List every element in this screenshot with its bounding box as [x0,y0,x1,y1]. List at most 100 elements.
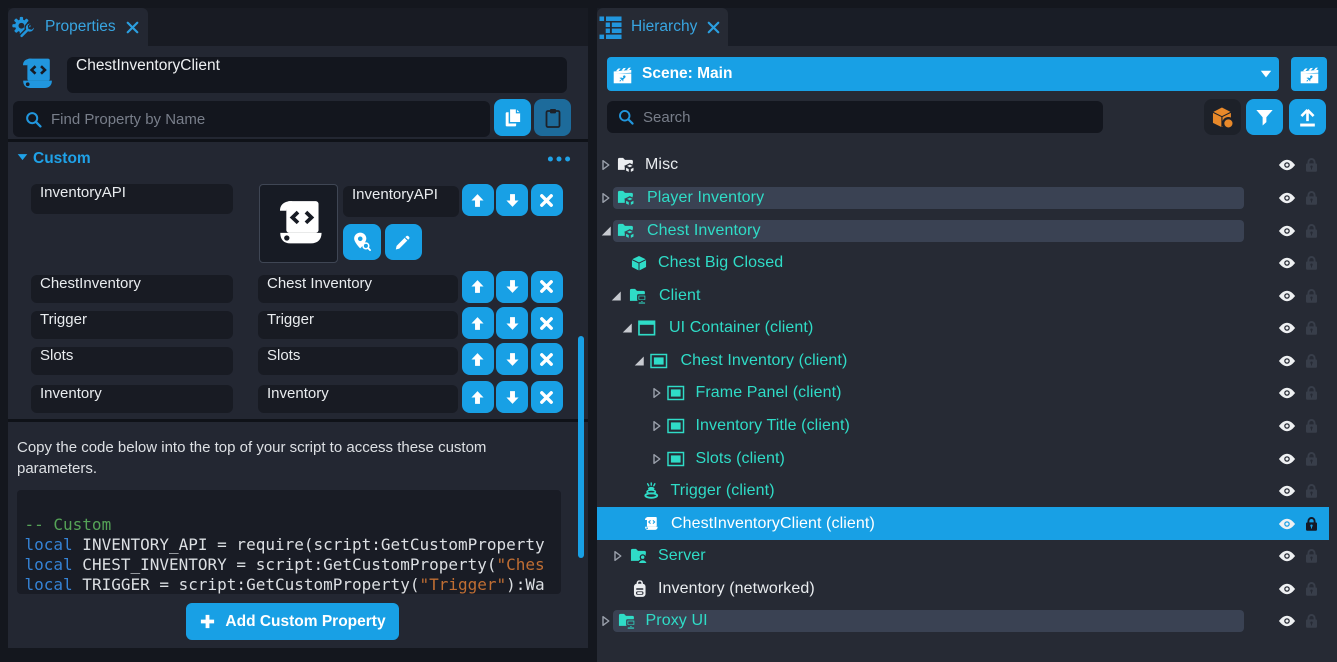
expand-arrow-icon[interactable] [602,616,610,627]
asset-value-field[interactable]: InventoryAPI [343,186,459,217]
property-name-field[interactable]: InventoryAPI [31,184,233,214]
expand-arrow-icon[interactable] [602,160,610,171]
property-delete-button[interactable] [531,381,563,413]
tab-hierarchy-close-icon[interactable] [707,21,720,34]
lock-icon[interactable] [1305,386,1318,401]
hierarchy-search-input[interactable]: Search [607,101,1103,133]
property-move-down-button[interactable] [496,271,528,303]
visibility-eye-icon[interactable] [1278,550,1296,563]
asset-thumbnail[interactable] [259,184,338,263]
expand-arrow-icon[interactable] [653,388,661,399]
visibility-eye-icon[interactable] [1278,387,1296,400]
property-value-field[interactable]: Trigger [258,311,458,339]
property-value-field[interactable]: Slots [258,347,458,375]
property-search-input[interactable]: Find Property by Name [13,101,490,137]
tab-hierarchy[interactable]: Hierarchy [597,8,728,46]
lock-icon[interactable] [1305,158,1318,173]
visibility-eye-icon[interactable] [1278,257,1296,270]
collapse-arrow-icon[interactable] [601,225,612,236]
script-name-field[interactable]: ChestInventoryClient [67,57,567,93]
visibility-eye-icon[interactable] [1278,517,1296,530]
visibility-eye-icon[interactable] [1278,354,1296,367]
tree-row[interactable]: Chest Big Closed [597,247,1337,280]
property-move-down-button[interactable] [496,343,528,375]
property-move-up-button[interactable] [462,184,494,216]
lock-icon[interactable] [1305,451,1318,466]
tree-row[interactable]: Server [597,540,1337,573]
expand-arrow-icon[interactable] [614,551,622,562]
tree-row[interactable]: Player Inventory [597,181,1337,214]
copy-properties-button[interactable] [494,99,531,136]
property-name-field[interactable]: Inventory [31,385,233,413]
lock-icon[interactable] [1305,321,1318,336]
lock-icon[interactable] [1305,256,1318,271]
paste-properties-button[interactable] [534,99,571,136]
section-menu-icon[interactable] [547,155,571,163]
tree-row[interactable]: UI Container (client) [597,312,1337,345]
visibility-eye-icon[interactable] [1278,224,1296,237]
tab-properties[interactable]: Properties [8,8,148,46]
edit-asset-button[interactable] [385,224,422,260]
property-move-up-button[interactable] [462,381,494,413]
property-delete-button[interactable] [531,343,563,375]
expand-arrow-icon[interactable] [653,420,661,431]
properties-scrollbar[interactable] [578,336,584,558]
lock-icon[interactable] [1305,223,1318,238]
find-asset-button[interactable] [343,224,381,260]
lock-icon[interactable] [1305,581,1318,596]
lock-icon[interactable] [1305,190,1318,205]
property-delete-button[interactable] [531,307,563,339]
visibility-eye-icon[interactable] [1278,452,1296,465]
expand-arrow-icon[interactable] [653,453,661,464]
property-move-up-button[interactable] [462,307,494,339]
lock-icon[interactable] [1305,353,1318,368]
collapse-arrow-icon[interactable] [634,356,645,367]
property-move-down-button[interactable] [496,307,528,339]
property-move-down-button[interactable] [496,381,528,413]
tree-row[interactable]: Frame Panel (client) [597,377,1337,410]
property-delete-button[interactable] [531,184,563,216]
property-name-field[interactable]: Trigger [31,311,233,339]
tree-row[interactable]: Inventory Title (client) [597,409,1337,442]
collapse-arrow-icon[interactable] [611,290,622,301]
visibility-eye-icon[interactable] [1278,159,1296,172]
tree-row[interactable]: ChestInventoryClient (client) [597,507,1337,540]
visibility-eye-icon[interactable] [1278,582,1296,595]
tree-row[interactable]: Misc [597,149,1337,182]
scene-dropdown[interactable]: Scene: Main [607,57,1279,91]
lock-icon[interactable] [1305,484,1318,499]
expand-arrow-icon[interactable] [602,192,610,203]
visibility-eye-icon[interactable] [1278,191,1296,204]
property-move-down-button[interactable] [496,184,528,216]
collapse-arrow-icon[interactable] [622,323,633,334]
visibility-eye-icon[interactable] [1278,615,1296,628]
visibility-eye-icon[interactable] [1278,289,1296,302]
visibility-eye-icon[interactable] [1278,419,1296,432]
publish-button[interactable] [1289,99,1326,135]
tree-row[interactable]: Slots (client) [597,442,1337,475]
tree-row[interactable]: Inventory (networked) [597,572,1337,605]
lock-icon[interactable] [1305,516,1318,531]
tree-row[interactable]: Chest Inventory (client) [597,344,1337,377]
code-snippet-block[interactable]: -- Custom local INVENTORY_API = require(… [17,490,561,594]
add-custom-property-button[interactable]: Add Custom Property [186,603,399,640]
tree-row[interactable]: Client [597,279,1337,312]
lock-icon[interactable] [1305,418,1318,433]
property-delete-button[interactable] [531,271,563,303]
property-value-field[interactable]: Chest Inventory [258,275,458,303]
tree-row[interactable]: Chest Inventory [597,214,1337,247]
property-move-up-button[interactable] [462,343,494,375]
lock-icon[interactable] [1305,614,1318,629]
property-name-field[interactable]: Slots [31,347,233,375]
scene-manager-button[interactable] [1291,57,1327,91]
tab-properties-close-icon[interactable] [126,21,139,34]
lock-icon[interactable] [1305,288,1318,303]
property-name-field[interactable]: ChestInventory [31,275,233,303]
property-value-field[interactable]: Inventory [258,385,458,413]
default-assets-button[interactable] [1204,99,1241,135]
custom-section-header[interactable]: Custom [8,142,588,176]
tree-row[interactable]: Proxy UI [597,605,1337,638]
filter-button[interactable] [1246,99,1283,135]
visibility-eye-icon[interactable] [1278,322,1296,335]
lock-icon[interactable] [1305,549,1318,564]
